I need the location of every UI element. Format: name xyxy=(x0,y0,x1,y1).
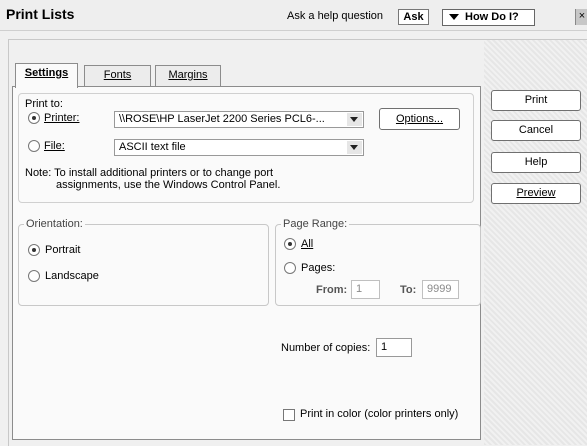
to-label: To: xyxy=(400,284,417,296)
note-line-2: assignments, use the Windows Control Pan… xyxy=(56,179,281,191)
print-to-label: Print to: xyxy=(25,98,63,110)
print-in-color-label: Print in color (color printers only) xyxy=(300,408,459,420)
chevron-down-icon[interactable] xyxy=(347,113,362,126)
chevron-down-icon xyxy=(449,14,459,20)
landscape-radio[interactable] xyxy=(28,270,40,282)
to-page-input[interactable]: 9999 xyxy=(422,280,459,299)
all-pages-radio[interactable] xyxy=(284,238,296,250)
page-range-legend: Page Range: xyxy=(281,218,350,230)
file-type-select[interactable]: ASCII text file xyxy=(114,139,364,156)
window-title: Print Lists xyxy=(6,6,75,22)
print-in-color-checkbox[interactable] xyxy=(283,409,295,421)
file-label: File: xyxy=(44,140,65,152)
close-icon[interactable]: × xyxy=(575,9,587,25)
note-line-1: Note: To install additional printers or … xyxy=(25,167,274,179)
printer-select-value: \\ROSE\HP LaserJet 2200 Series PCL6-... xyxy=(119,113,325,125)
landscape-label: Landscape xyxy=(45,270,99,282)
file-type-value: ASCII text file xyxy=(119,141,186,153)
how-do-i-label: How Do I? xyxy=(465,11,519,23)
help-button[interactable]: Help xyxy=(491,152,581,173)
printer-label: Printer: xyxy=(44,112,80,124)
print-button[interactable]: Print xyxy=(491,90,581,111)
options-button-label: Options... xyxy=(395,113,444,125)
preview-button[interactable]: Preview xyxy=(491,183,581,204)
all-pages-label: All xyxy=(301,238,314,250)
orientation-legend: Orientation: xyxy=(24,218,85,230)
file-radio[interactable] xyxy=(28,140,40,152)
from-page-input[interactable]: 1 xyxy=(351,280,380,299)
copies-label: Number of copies: xyxy=(281,342,371,354)
help-question-label: Ask a help question xyxy=(287,10,384,22)
from-label: From: xyxy=(316,284,348,296)
copies-input[interactable]: 1 xyxy=(376,338,412,357)
preview-button-label: Preview xyxy=(516,187,556,199)
cancel-button[interactable]: Cancel xyxy=(491,120,581,141)
orientation-group xyxy=(18,224,269,306)
tab-settings-label: Settings xyxy=(24,67,69,79)
title-bar: Print Lists Ask a help question Ask How … xyxy=(0,0,587,31)
pages-radio[interactable] xyxy=(284,262,296,274)
chevron-down-icon[interactable] xyxy=(347,141,362,154)
tab-margins-label: Margins xyxy=(168,69,208,81)
tab-fonts[interactable]: Fonts xyxy=(84,65,151,86)
portrait-radio[interactable] xyxy=(28,244,40,256)
how-do-i-button[interactable]: How Do I? xyxy=(442,9,535,26)
pages-label: Pages: xyxy=(301,262,336,274)
options-button[interactable]: Options... xyxy=(379,108,460,130)
tab-settings[interactable]: Settings xyxy=(15,63,78,88)
printer-select[interactable]: \\ROSE\HP LaserJet 2200 Series PCL6-... xyxy=(114,111,364,128)
tab-fonts-label: Fonts xyxy=(103,69,132,81)
tab-margins[interactable]: Margins xyxy=(155,65,221,86)
printer-radio[interactable] xyxy=(28,112,40,124)
portrait-label: Portrait xyxy=(45,244,81,256)
ask-button[interactable]: Ask xyxy=(398,9,429,25)
settings-panel: Print to: Printer: \\ROSE\HP LaserJet 22… xyxy=(12,86,481,440)
